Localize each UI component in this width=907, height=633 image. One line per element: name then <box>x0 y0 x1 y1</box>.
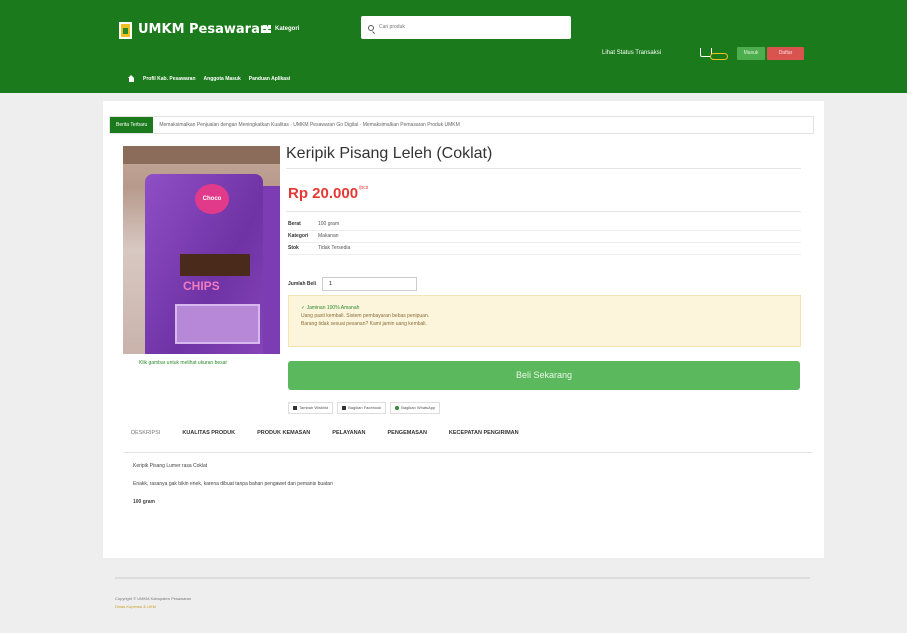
notice-line: ✓ Jaminan 100% Amanah <box>301 305 360 311</box>
facebook-icon <box>342 406 347 410</box>
package-label: CHIPS <box>183 279 220 293</box>
divider <box>123 452 813 453</box>
quantity-row: Jumlah Beli <box>288 277 418 291</box>
nav-item-profil[interactable]: Profil Kab. Pesawaran <box>143 76 196 82</box>
footer-copyright: Copyright © UMKM Kabupaten Pesawaran <box>115 596 192 601</box>
tab-deskripsi[interactable]: DESKRIPSI <box>131 430 160 436</box>
site-header: UMKM Pesawaran Kategori Lihat Status Tra… <box>0 0 907 93</box>
search-input[interactable] <box>379 16 569 37</box>
search-box <box>361 16 571 39</box>
spec-value: Tidak Tersedia <box>318 242 801 255</box>
image-caption: Klik gambar untuk melihat ukuran besar <box>139 360 228 366</box>
product-title: Keripik Pisang Leleh (Coklat) <box>286 145 493 162</box>
brand-badge: Choco <box>195 184 229 214</box>
wishlist-button[interactable]: Tambah Wishlist <box>288 402 334 414</box>
brand-title[interactable]: UMKM Pesawaran <box>138 22 269 37</box>
login-button[interactable]: Masuk <box>737 47 765 60</box>
description-line: Enakk, rasanya gak bikin enek, karena di… <box>133 481 333 487</box>
tab-kualitas[interactable]: KUALITAS PRODUK <box>182 430 235 436</box>
buy-now-button[interactable]: Beli Sekarang <box>288 361 800 390</box>
price-value: Rp 20.000 <box>288 185 359 202</box>
ticker-text[interactable]: Memaksimalkan Penjualan dengan Meningkat… <box>159 122 459 128</box>
grid-icon <box>263 25 271 33</box>
spec-row: Stok Tidak Tersedia <box>288 242 801 255</box>
spec-row: Kategori Makanan <box>288 230 801 243</box>
quantity-input[interactable] <box>322 277 418 291</box>
spec-value: 100 gram <box>318 218 801 231</box>
share-bar: Tambah Wishlist Bagikan Facebook Bagikan… <box>288 402 441 414</box>
description-line: 100 gram <box>133 499 155 505</box>
main-nav: Profil Kab. Pesawaran Anggota Masuk Pand… <box>128 75 290 82</box>
search-icon[interactable] <box>368 25 374 31</box>
spec-value: Makanan <box>318 230 801 243</box>
news-ticker: Berita Terbaru Memaksimalkan Penjualan d… <box>109 116 814 134</box>
ticker-label: Berita Terbaru <box>110 117 154 133</box>
logo-icon[interactable] <box>119 22 132 39</box>
spec-key: Stok <box>288 242 318 255</box>
divider <box>286 211 801 212</box>
cart-badge <box>710 53 728 60</box>
tab-pelayanan[interactable]: PELAYANAN <box>332 430 365 436</box>
spec-key: Kategori <box>288 230 318 243</box>
bookmark-icon <box>293 406 297 410</box>
kategori-menu[interactable]: Kategori <box>263 25 299 33</box>
product-price: Rp 20.000/pcs <box>288 185 368 202</box>
spec-table: Berat 100 gram Kategori Makanan Stok Tidak … <box>288 218 801 255</box>
tab-pengiriman[interactable]: KECEPATAN PENGIRIMAN <box>449 430 519 436</box>
nav-item-anggota[interactable]: Anggota Masuk <box>204 76 241 82</box>
register-button[interactable]: Daftar <box>767 47 804 60</box>
facebook-share-button[interactable]: Bagikan Facebook <box>337 402 387 414</box>
product-card: Berita Terbaru Memaksimalkan Penjualan d… <box>103 101 824 558</box>
divider <box>286 168 801 169</box>
product-description: Keripik Pisang Lumer rasa Coklat Enakk, … <box>133 462 333 516</box>
notice-line: Uang pasti kembali. Sistem pembayaran be… <box>301 313 430 319</box>
product-tabs: DESKRIPSI KUALITAS PRODUK PRODUK KEMASAN… <box>131 430 519 436</box>
footer-link[interactable]: Dinas Koperasi & UKM <box>115 604 156 609</box>
tab-pengemasan[interactable]: PENGEMASAN <box>388 430 427 436</box>
spec-key: Berat <box>288 218 318 231</box>
nav-item-panduan[interactable]: Panduan Aplikasi <box>249 76 291 82</box>
footer-divider <box>115 577 810 579</box>
description-line: Keripik Pisang Lumer rasa Coklat <box>133 463 208 469</box>
guarantee-notice: ✓ Jaminan 100% Amanah Uang pasti kembali… <box>288 295 801 347</box>
home-icon[interactable] <box>128 75 135 82</box>
product-image[interactable]: Choco CHIPS <box>123 146 280 354</box>
spec-row: Berat 100 gram <box>288 218 801 231</box>
notice-line: Barang tidak sesuai pesanan? Kami jamin … <box>301 321 427 327</box>
quantity-label: Jumlah Beli <box>288 281 317 287</box>
kategori-label: Kategori <box>275 26 300 32</box>
whatsapp-share-button[interactable]: Bagikan WhatsApp <box>390 402 441 414</box>
status-transaksi-link[interactable]: Lihat Status Transaksi <box>602 50 661 56</box>
whatsapp-icon <box>395 406 400 410</box>
tab-kemasan[interactable]: PRODUK KEMASAN <box>257 430 310 436</box>
price-unit: /pcs <box>359 185 369 191</box>
